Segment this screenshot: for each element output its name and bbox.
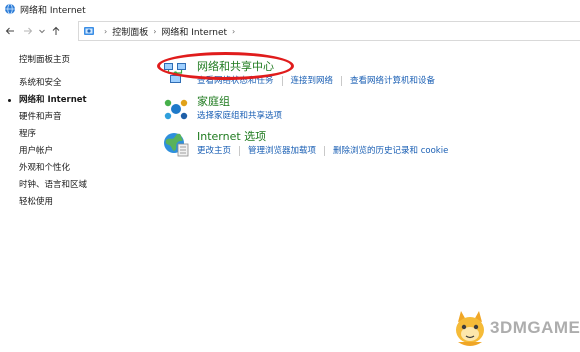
link-divider: [324, 146, 326, 156]
window-title: 网络和 Internet: [20, 5, 86, 16]
sidebar-item-clock-language-region[interactable]: 时钟、语言和区域: [0, 177, 120, 194]
back-button[interactable]: [4, 23, 16, 39]
title-bar: 网络和 Internet: [0, 0, 580, 18]
navigation-bar: › 控制面板 › 网络和 Internet ›: [0, 20, 580, 42]
arrow-up-icon: [52, 26, 60, 35]
mascot-logo-icon: [456, 311, 484, 346]
link-divider: [239, 146, 241, 156]
sidebar-item-label: 网络和 Internet: [19, 95, 87, 105]
link-connect-to-network[interactable]: 连接到网络: [291, 75, 334, 87]
link-view-network-status[interactable]: 查看网络状态和任务: [197, 75, 274, 87]
sidebar-item-system-security[interactable]: 系统和安全: [0, 75, 120, 92]
link-delete-history[interactable]: 删除浏览的历史记录和 cookie: [333, 145, 448, 157]
chevron-right-icon: ›: [232, 26, 236, 36]
link-view-network-computers[interactable]: 查看网络计算机和设备: [350, 75, 435, 87]
sidebar: 控制面板主页 系统和安全 网络和 Internet 硬件和声音 程序 用户帐户 …: [0, 52, 120, 211]
link-row: 选择家庭组和共享选项: [197, 110, 282, 122]
watermark-text: 3DMGAME: [490, 318, 580, 337]
sidebar-item-control-panel-home[interactable]: 控制面板主页: [0, 52, 120, 69]
section-homegroup: 家庭组 选择家庭组和共享选项: [162, 95, 282, 123]
breadcrumb-network-internet[interactable]: 网络和 Internet: [161, 25, 227, 38]
watermark: 3DMGAME: [452, 308, 580, 348]
arrow-right-icon: [24, 27, 33, 35]
network-sharing-center-icon: [164, 63, 186, 83]
sidebar-item-network-internet[interactable]: 网络和 Internet: [0, 92, 120, 109]
section-body: Internet 选项 更改主页 管理浏览器加载项 删除浏览的历史记录和 coo…: [197, 130, 448, 158]
link-divider: [281, 76, 283, 86]
link-row: 查看网络状态和任务 连接到网络 查看网络计算机和设备: [197, 75, 435, 87]
control-panel-icon: [84, 27, 94, 35]
link-manage-addons[interactable]: 管理浏览器加载项: [248, 145, 316, 157]
sidebar-item-user-accounts[interactable]: 用户帐户: [0, 143, 120, 160]
sidebar-item-ease-of-access[interactable]: 轻松使用: [0, 194, 120, 211]
recent-locations-button[interactable]: [38, 23, 46, 39]
address-bar[interactable]: › 控制面板 › 网络和 Internet ›: [78, 21, 580, 41]
section-body: 家庭组 选择家庭组和共享选项: [197, 95, 282, 123]
active-bullet-icon: [8, 99, 11, 102]
breadcrumb-control-panel[interactable]: 控制面板: [112, 25, 148, 38]
link-row: 更改主页 管理浏览器加载项 删除浏览的历史记录和 cookie: [197, 145, 448, 157]
chevron-right-icon: ›: [104, 26, 108, 36]
chevron-down-icon: [39, 29, 45, 34]
heading-network-sharing-center[interactable]: 网络和共享中心: [197, 60, 435, 74]
heading-internet-options[interactable]: Internet 选项: [197, 130, 448, 144]
network-folder-icon: [5, 3, 15, 15]
homegroup-icon: [164, 99, 188, 120]
link-change-homepage[interactable]: 更改主页: [197, 145, 231, 157]
link-homegroup-sharing-options[interactable]: 选择家庭组和共享选项: [197, 110, 282, 122]
link-divider: [341, 76, 343, 86]
up-button[interactable]: [50, 23, 62, 39]
section-network-sharing-center: 网络和共享中心 查看网络状态和任务 连接到网络 查看网络计算机和设备: [162, 60, 435, 88]
heading-homegroup[interactable]: 家庭组: [197, 95, 282, 109]
sidebar-item-programs[interactable]: 程序: [0, 126, 120, 143]
chevron-right-icon: ›: [153, 26, 157, 36]
forward-button[interactable]: [22, 23, 34, 39]
sidebar-item-hardware-sound[interactable]: 硬件和声音: [0, 109, 120, 126]
section-internet-options: Internet 选项 更改主页 管理浏览器加载项 删除浏览的历史记录和 coo…: [162, 130, 448, 158]
sidebar-item-appearance[interactable]: 外观和个性化: [0, 160, 120, 177]
arrow-left-icon: [5, 27, 14, 35]
internet-options-icon: [164, 133, 189, 157]
section-body: 网络和共享中心 查看网络状态和任务 连接到网络 查看网络计算机和设备: [197, 60, 435, 88]
